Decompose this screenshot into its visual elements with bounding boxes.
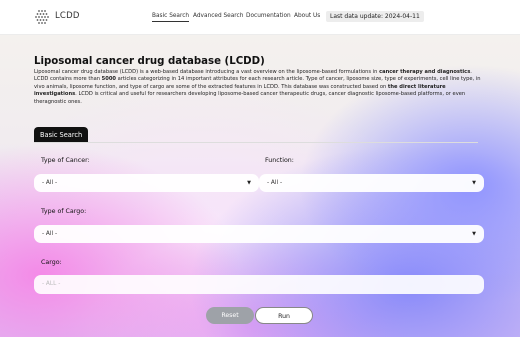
caret-down-icon: ▼ (472, 180, 476, 186)
nav-advanced-search[interactable]: Advanced Search (193, 13, 243, 19)
function-label: Function: (265, 157, 294, 164)
cancer-type-select[interactable]: - All - ▼ (34, 174, 259, 192)
function-value: - All - (267, 180, 283, 186)
main-content: Liposomal cancer drug database (LCDD) Li… (0, 35, 520, 337)
caret-down-icon: ▼ (472, 231, 476, 237)
cancer-type-value: - All - (42, 180, 58, 186)
lcdd-logo-icon[interactable] (34, 9, 50, 25)
cargo-type-select[interactable]: - All - ▼ (34, 225, 484, 243)
run-button[interactable]: Run (255, 307, 313, 324)
last-update-badge: Last data update: 2024-04-11 (326, 11, 424, 22)
nav-basic-search[interactable]: Basic Search (152, 13, 190, 22)
cancer-type-label: Type of Cancer: (41, 157, 90, 164)
cargo-type-value: - All - (42, 231, 58, 237)
reset-button[interactable]: Reset (206, 307, 254, 324)
cargo-input[interactable]: - ALL - (34, 275, 484, 294)
tab-divider (34, 142, 478, 143)
nav-about-us[interactable]: About Us (294, 13, 320, 19)
cargo-label: Cargo: (41, 259, 62, 266)
cargo-type-label: Type of Cargo: (41, 208, 87, 215)
page-title: Liposomal cancer drug database (LCDD) (34, 56, 265, 67)
brand-name[interactable]: LCDD (55, 11, 80, 21)
tab-basic-search[interactable]: Basic Search (34, 127, 89, 143)
cargo-placeholder: - ALL - (42, 281, 61, 287)
function-select[interactable]: - All - ▼ (259, 174, 484, 192)
top-navbar: LCDD Basic Search Advanced Search Docume… (0, 0, 520, 35)
caret-down-icon: ▼ (247, 180, 251, 186)
nav-documentation[interactable]: Documentation (246, 13, 291, 19)
database-description: Liposomal cancer drug database (LCDD) is… (34, 69, 481, 105)
